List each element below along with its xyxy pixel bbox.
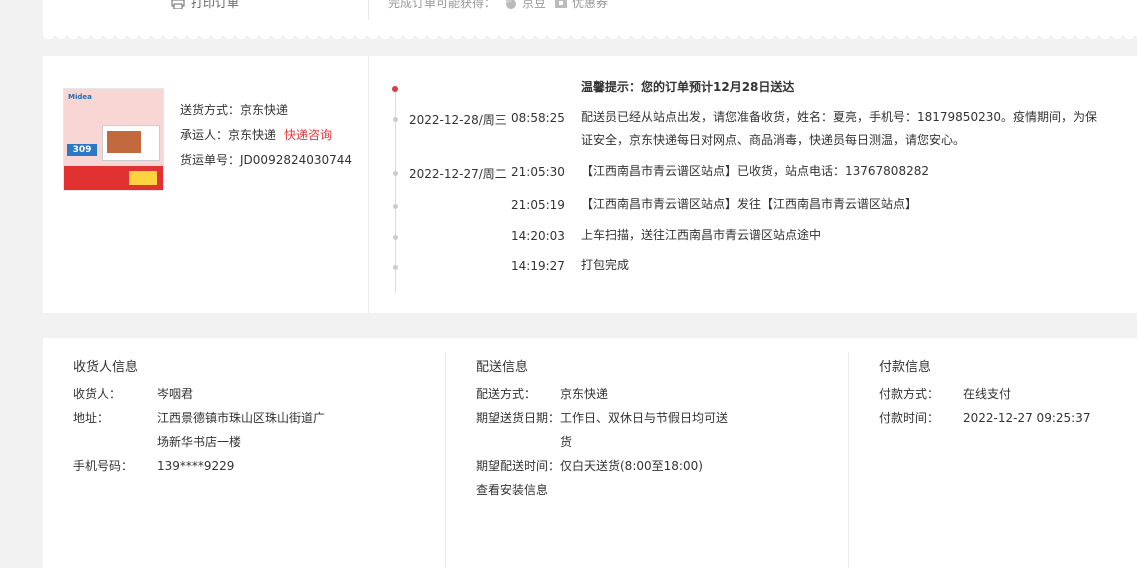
waybill-row: 货运单号：JD0092824030744 xyxy=(180,148,352,173)
rewards-prefix: 完成订单可能获得： xyxy=(388,0,497,10)
timeline-time: 21:05:19 xyxy=(511,198,565,212)
carrier-label: 承运人： xyxy=(180,128,229,142)
timeline-dot xyxy=(393,265,398,270)
receiver-address-value: 江西景德镇市珠山区珠山街道广场新华书店一楼 xyxy=(157,411,326,449)
delivery-method-value: 京东快递 xyxy=(560,387,609,401)
reward-jingdou: 京豆 xyxy=(504,0,546,11)
timeline-dot xyxy=(393,204,398,209)
timeline-time: 14:20:03 xyxy=(511,229,565,243)
payment-info-title: 付款信息 xyxy=(879,360,932,375)
jingdou-icon xyxy=(504,0,518,10)
timeline-time: 14:19:27 xyxy=(511,259,565,273)
product-price-tag: 309 xyxy=(67,144,97,156)
order-rewards: 完成订单可能获得： 京豆 优惠券 xyxy=(388,0,608,11)
delivery-info-title: 配送信息 xyxy=(476,360,529,375)
timeline-text: 【江西南昌市青云谱区站点】已收货，站点电话：13767808282 xyxy=(581,164,929,178)
reward-coupon: 优惠券 xyxy=(554,0,608,11)
timeline-text: 上车扫描，送往江西南昌市青云谱区站点途中 xyxy=(581,228,822,242)
delivery-method-label: 配送方式： xyxy=(476,387,537,401)
timeline-time: 08:58:25 xyxy=(511,111,565,125)
shipping-method-label: 送货方式： xyxy=(180,103,241,117)
waybill-label: 货运单号： xyxy=(180,153,241,167)
order-info-panel: 收货人信息 收货人： 岑咽君 地址： 江西景德镇市珠山区珠山街道广场新华书店一楼… xyxy=(43,338,1137,568)
carrier-value: 京东快递 xyxy=(228,128,277,142)
divider xyxy=(445,352,446,568)
divider xyxy=(368,56,369,313)
timeline-dot xyxy=(393,171,398,176)
receiver-phone-value: 139****9229 xyxy=(157,459,235,473)
timeline-dot xyxy=(393,117,398,122)
receiver-name-value: 岑咽君 xyxy=(157,387,194,401)
divider xyxy=(368,0,369,20)
delivery-date-label: 期望送货日期： xyxy=(476,411,561,425)
receiver-info-title: 收货人信息 xyxy=(73,360,139,375)
payment-method-value: 在线支付 xyxy=(963,387,1012,401)
delivery-time-value: 仅白天送货(8:00至18:00) xyxy=(560,459,703,473)
timeline-text: 【江西南昌市青云谱区站点】发往【江西南昌市青云谱区站点】 xyxy=(581,197,918,211)
coupon-icon xyxy=(554,0,568,10)
timeline-text: 打包完成 xyxy=(581,258,630,272)
delivery-date-value: 工作日、双休日与节假日均可送货 xyxy=(560,411,729,449)
payment-method-label: 付款方式： xyxy=(879,387,940,401)
reward-jingdou-label: 京豆 xyxy=(522,0,547,10)
printer-icon xyxy=(171,0,185,9)
receiver-phone-label: 手机号码： xyxy=(73,459,134,473)
divider xyxy=(848,352,849,568)
payment-time-label: 付款时间： xyxy=(879,411,940,425)
delivery-notice: 温馨提示：您的订单预计12月28日送达 xyxy=(581,80,795,94)
carrier-row: 承运人：京东快递 快递咨询 xyxy=(180,123,352,148)
zigzag-edge xyxy=(43,34,1137,42)
reward-coupon-label: 优惠券 xyxy=(572,0,609,10)
timeline-date: 2022-12-28/周三 xyxy=(409,113,507,127)
shipping-tracking-panel: Midea 309 送货方式：京东快递 承运人：京东快递 快递咨询 货运单号：JD… xyxy=(43,56,1137,313)
timeline-date: 2022-12-27/周二 xyxy=(409,167,507,181)
shipping-summary: 送货方式：京东快递 承运人：京东快递 快递咨询 货运单号：JD0092824030… xyxy=(180,98,352,173)
timeline-dot xyxy=(393,235,398,240)
print-order-label: 打印订单 xyxy=(191,0,240,10)
promo-badge xyxy=(129,171,157,185)
order-actions-strip: 打印订单 完成订单可能获得： 京豆 优惠券 xyxy=(43,0,1137,42)
timeline-time: 21:05:30 xyxy=(511,165,565,179)
receiver-address-label: 地址： xyxy=(73,411,110,425)
print-order-button[interactable]: 打印订单 xyxy=(171,0,239,11)
timeline-dot-active xyxy=(392,86,398,92)
product-thumbnail[interactable]: Midea 309 xyxy=(63,88,164,191)
payment-time-value: 2022-12-27 09:25:37 xyxy=(963,411,1091,425)
product-brand-logo: Midea xyxy=(68,93,92,101)
microwave-image xyxy=(102,125,160,161)
receiver-name-label: 收货人： xyxy=(73,387,122,401)
timeline-text: 配送员已经从站点出发，请您准备收货，姓名：夏亮，手机号：18179850230。… xyxy=(581,110,1097,147)
courier-consult-link[interactable]: 快递咨询 xyxy=(284,128,332,142)
shipping-method-value: 京东快递 xyxy=(240,103,289,117)
shipping-method-row: 送货方式：京东快递 xyxy=(180,98,352,123)
view-install-info-link[interactable]: 查看安装信息 xyxy=(476,478,548,502)
waybill-number: JD0092824030744 xyxy=(240,153,353,167)
delivery-time-label: 期望配送时间： xyxy=(476,459,561,473)
